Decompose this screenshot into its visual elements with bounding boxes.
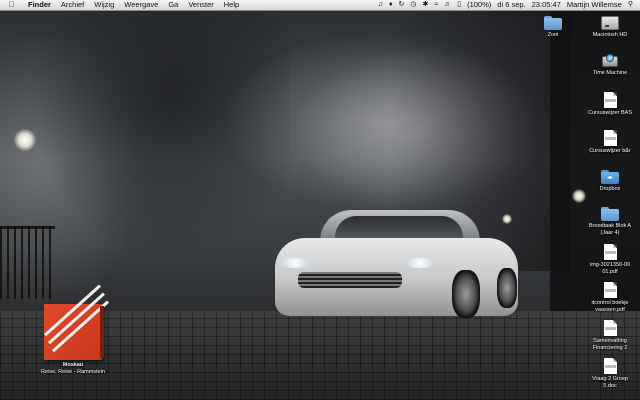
wifi-icon[interactable]: ≈ <box>431 0 441 10</box>
document-icon <box>603 92 617 108</box>
street-lamp-glow <box>502 214 512 224</box>
document-icon <box>603 130 617 146</box>
word-document-icon <box>603 358 617 374</box>
menu-weergave[interactable]: Weergave <box>119 0 163 10</box>
desktop-icon-dropbox[interactable]: Dropbox <box>580 170 640 193</box>
car-wheel <box>497 268 517 308</box>
time-machine-icon[interactable]: ◷ <box>407 0 419 10</box>
desktop-icon-zooi[interactable]: Zooi <box>523 16 583 39</box>
desktop-icon-label: Time Machine <box>592 70 628 76</box>
menu-date[interactable]: di 6 sep. <box>494 0 528 10</box>
desktop-icon-sublabel: 5.doc <box>603 382 617 389</box>
volume-icon[interactable]: ♬ <box>441 0 454 10</box>
desktop-icon-sublabel: Reise, Reise - Rammstein <box>41 368 105 375</box>
car-headlight <box>280 258 310 268</box>
pdf-document-icon <box>603 282 617 298</box>
menu-venster[interactable]: Venster <box>183 0 218 10</box>
menu-bar:  Finder Archief Wijzig Weergave Ga Vens… <box>0 0 640 11</box>
bluetooth-icon[interactable]: ✱ <box>420 0 432 10</box>
desktop-icon-samenvatting[interactable]: Samenvatting Financiering 2 <box>580 320 640 351</box>
battery-percentage[interactable]: (100%) <box>464 0 494 10</box>
wallpaper-fence <box>0 226 55 299</box>
hard-drive-icon <box>601 16 619 30</box>
desktop-icon-sublabel: 01.pdf <box>602 268 618 275</box>
folder-icon <box>544 16 562 30</box>
document-icon <box>603 320 617 336</box>
desktop-icon-macintosh-hd[interactable]: Macintosh HD <box>580 16 640 39</box>
desktop-icon-label: Cursuswijzer b&r <box>589 148 631 154</box>
car-windshield <box>335 216 463 240</box>
battery-icon[interactable]: ▯ <box>454 0 464 10</box>
desktop-icon-cursuswijzer-bas[interactable]: Cursuswijzer BAS <box>580 92 640 117</box>
desktop-icon-moskau[interactable]: Moskau Reise, Reise - Rammstein <box>38 284 110 375</box>
album-cover-icon <box>42 284 110 360</box>
menu-archief[interactable]: Archief <box>56 0 89 10</box>
desktop-icon-label: Cursuswijzer BAS <box>587 110 632 116</box>
menu-finder[interactable]: Finder <box>23 0 56 10</box>
dropbox-folder-icon <box>601 170 619 184</box>
desktop-icon-img-pdf[interactable]: img-3021350-00 01.pdf <box>580 244 640 275</box>
evernote-icon[interactable]: ♦ <box>386 0 396 10</box>
folder-icon <box>601 207 619 221</box>
desktop-icon-label: Zooi <box>547 32 559 38</box>
car-headlight <box>405 258 435 268</box>
menu-ga[interactable]: Ga <box>163 0 183 10</box>
status-area: ♫ ♦ ↻ ◷ ✱ ≈ ♬ ▯ (100%) di 6 sep. 23:05:4… <box>375 0 640 10</box>
car-wheel <box>452 270 480 318</box>
music-icon[interactable]: ♫ <box>375 0 386 10</box>
sync-icon[interactable]: ↻ <box>396 0 408 10</box>
apple-menu-icon[interactable]:  <box>7 0 16 10</box>
spotlight-icon[interactable]: ⚲ <box>625 0 636 10</box>
desktop-icon-itcontrol[interactable]: itcontrol boekje vaassen.pdf <box>580 282 640 313</box>
street-lamp-glow <box>14 129 36 151</box>
desktop-icon-cursuswijzer-br[interactable]: Cursuswijzer b&r <box>580 130 640 155</box>
desktop-icon-label: Dropbox <box>599 186 621 192</box>
desktop-icon-sublabel: vaassen.pdf <box>595 306 625 313</box>
desktop-icon-sublabel: Financiering 2 <box>592 344 628 351</box>
desktop-icon-sublabel: (Jaar 4) <box>600 229 620 236</box>
menu-user[interactable]: Martijn Willemse <box>564 0 625 10</box>
menu-wijzig[interactable]: Wijzig <box>89 0 119 10</box>
desktop-icon-label: Macintosh HD <box>592 32 628 38</box>
desktop-icon-broodtaak[interactable]: Broodtaak Blok A (Jaar 4) <box>580 207 640 236</box>
desktop-icon-time-machine[interactable]: Time Machine <box>580 54 640 77</box>
menu-help[interactable]: Help <box>219 0 244 10</box>
desktop-icon-vraag-2[interactable]: Vraag 2 Groep 5.doc <box>580 358 640 389</box>
pdf-document-icon <box>603 244 617 260</box>
car-grille <box>298 272 402 288</box>
menu-time[interactable]: 23:05:47 <box>529 0 564 10</box>
time-machine-drive-icon <box>601 54 619 68</box>
